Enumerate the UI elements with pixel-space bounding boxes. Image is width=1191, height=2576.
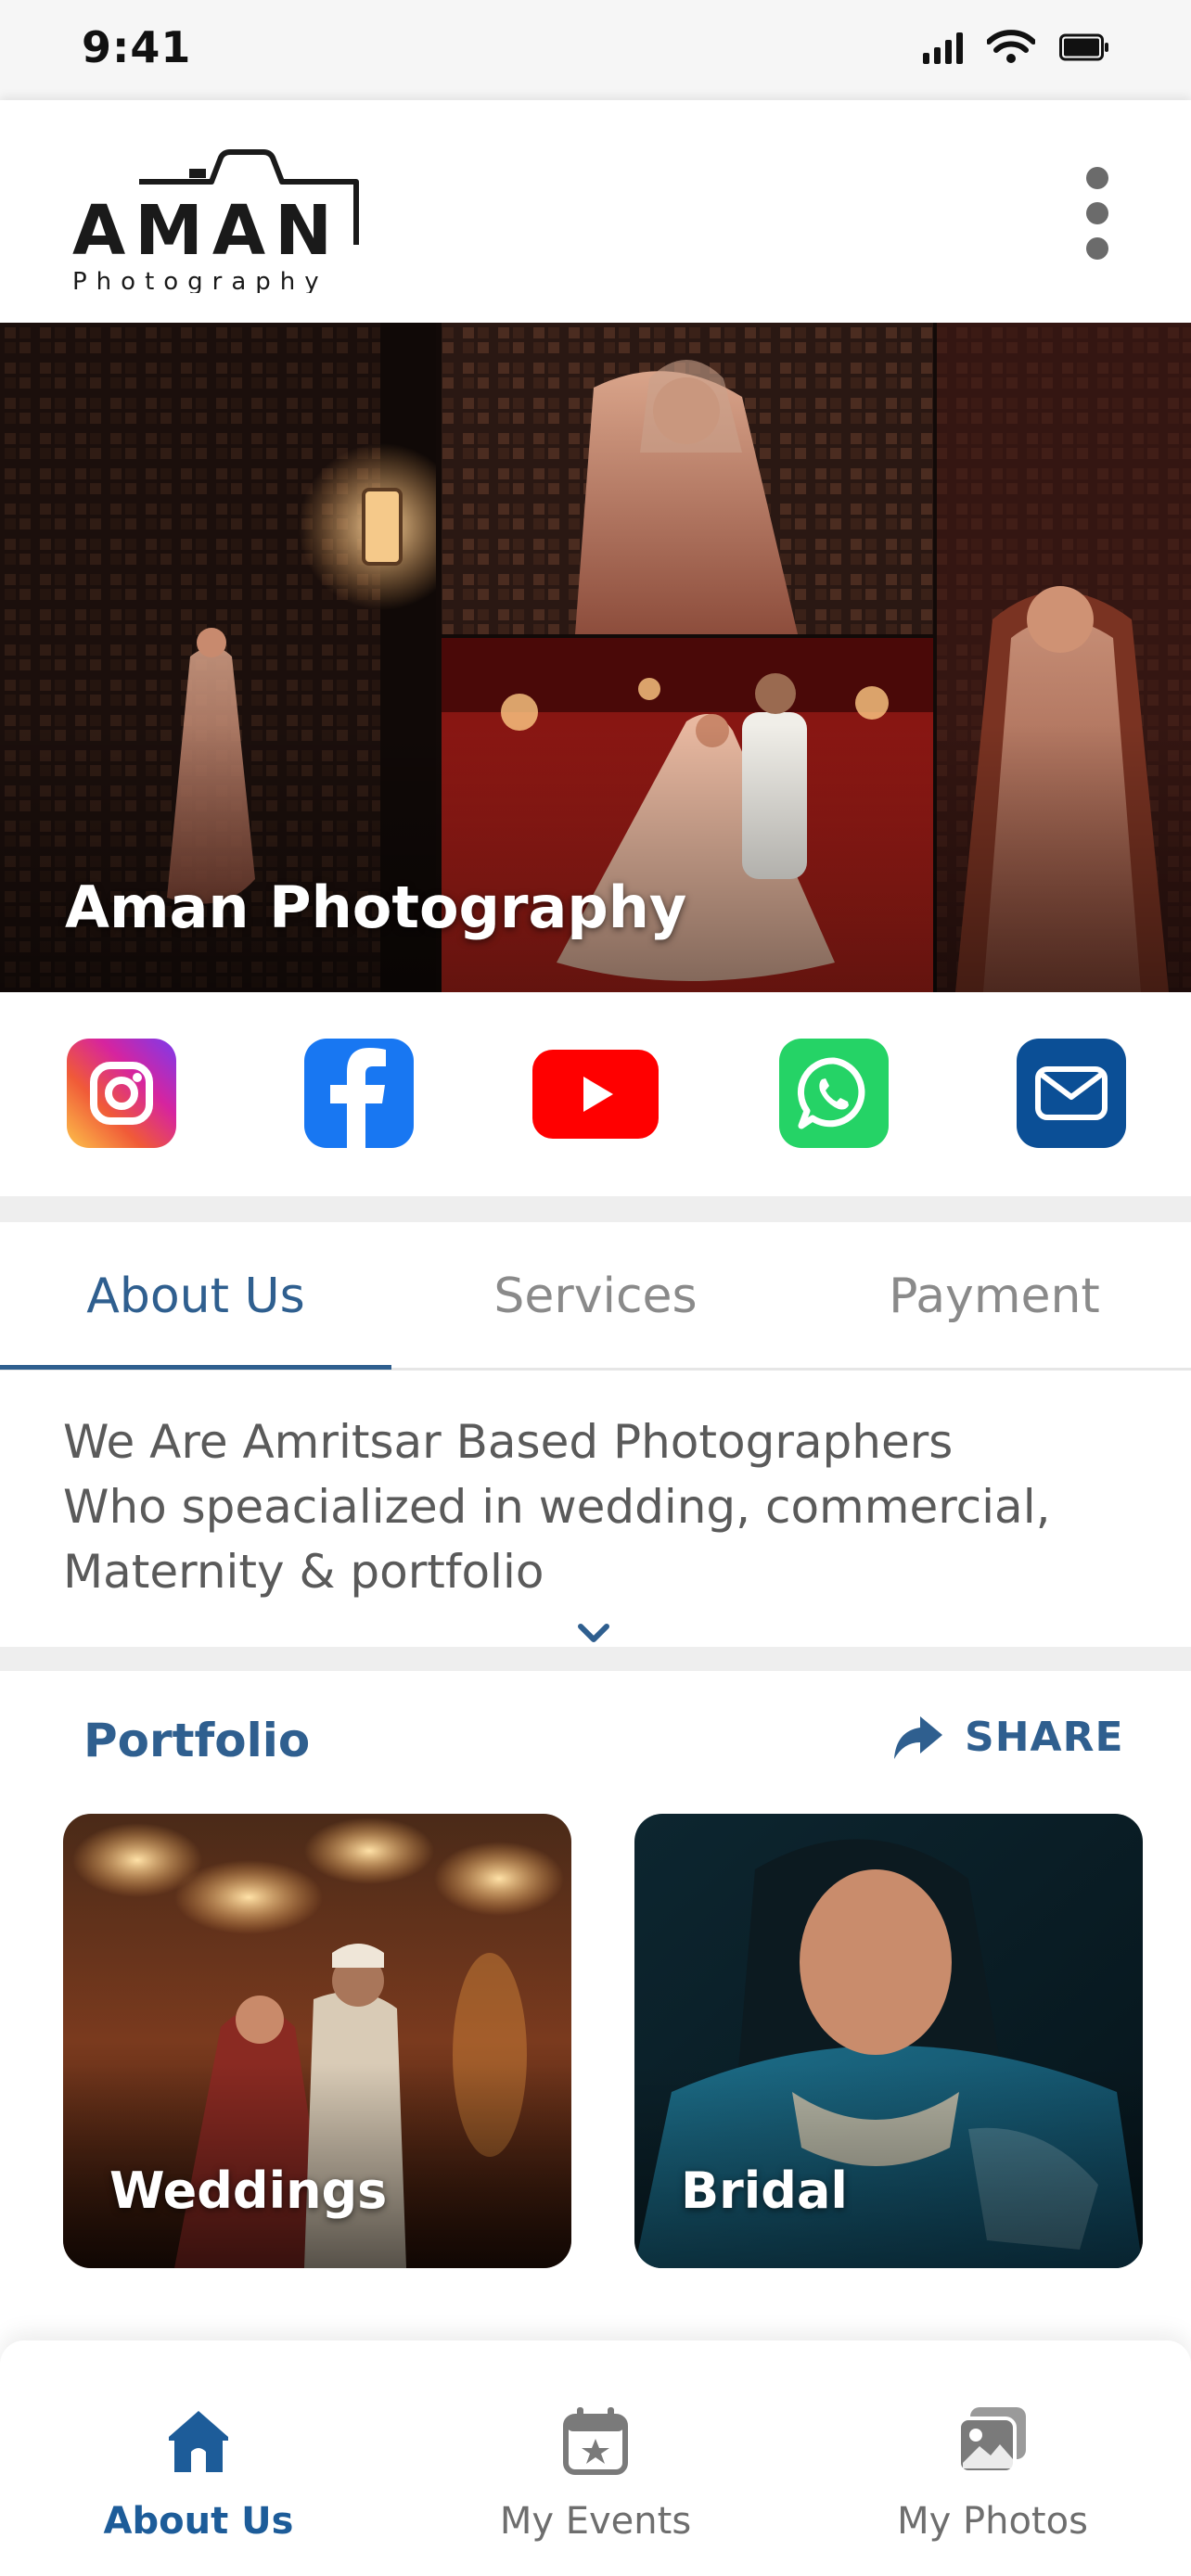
photos-icon [957,2407,1026,2474]
nav-label: My Photos [897,2500,1088,2543]
youtube-icon[interactable] [532,1050,659,1139]
status-icons [923,30,1109,65]
active-tab-indicator [0,1365,391,1370]
about-line: Maternity & portfolio [63,1545,544,1599]
portfolio-card-bridal[interactable]: Bridal [634,1814,1143,2268]
card-label: Bridal [681,2162,848,2220]
more-menu-icon[interactable] [1065,167,1130,260]
whatsapp-icon[interactable] [779,1039,889,1148]
email-icon[interactable] [1017,1039,1126,1148]
hero-banner: Aman Photography [0,323,1191,992]
nav-label: About Us [103,2500,294,2543]
status-bar: 9:41 [0,0,1191,100]
brand-logo[interactable]: AMAN Photography [72,135,369,293]
portfolio-card-weddings[interactable]: Weddings [63,1814,571,2268]
hero-title: Aman Photography [65,874,687,941]
instagram-icon[interactable] [67,1039,176,1148]
battery-icon [1059,33,1108,61]
about-description: We Are Amritsar Based Photographers Who … [63,1409,1139,1604]
logo-subtitle: Photography [72,268,328,293]
cellular-signal-icon [923,31,963,64]
expand-chevron-icon[interactable] [575,1621,612,1647]
nav-my-photos[interactable]: My Photos [794,2340,1191,2576]
tab-services[interactable]: Services [399,1222,792,1371]
section-divider [0,1647,1191,1671]
about-line: Who speacialized in wedding, commercial, [63,1480,1051,1534]
home-icon [169,2411,228,2472]
tab-payment[interactable]: Payment [798,1222,1191,1371]
app-header: AMAN Photography [0,100,1191,323]
logo-wordmark: AMAN [72,191,341,271]
portfolio-heading: Portfolio [83,1714,311,1767]
card-label: Weddings [109,2162,388,2220]
tab-about-us[interactable]: About Us [0,1222,391,1371]
calendar-icon [563,2407,628,2475]
about-line: We Are Amritsar Based Photographers [63,1415,954,1469]
status-time: 9:41 [82,22,192,72]
info-tabs: About Us Services Payment [0,1222,1191,1371]
share-arrow-icon [894,1715,942,1759]
nav-about-us[interactable]: About Us [0,2340,397,2576]
share-button[interactable]: SHARE [892,1714,1124,1761]
nav-label: My Events [499,2500,692,2543]
share-label: SHARE [965,1714,1124,1761]
section-divider [0,1196,1191,1222]
social-links [0,992,1191,1196]
nav-my-events[interactable]: My Events [397,2340,794,2576]
bottom-navigation: About Us My Events My Photos [0,2340,1191,2576]
wifi-icon [987,30,1035,63]
facebook-icon[interactable] [304,1039,414,1148]
